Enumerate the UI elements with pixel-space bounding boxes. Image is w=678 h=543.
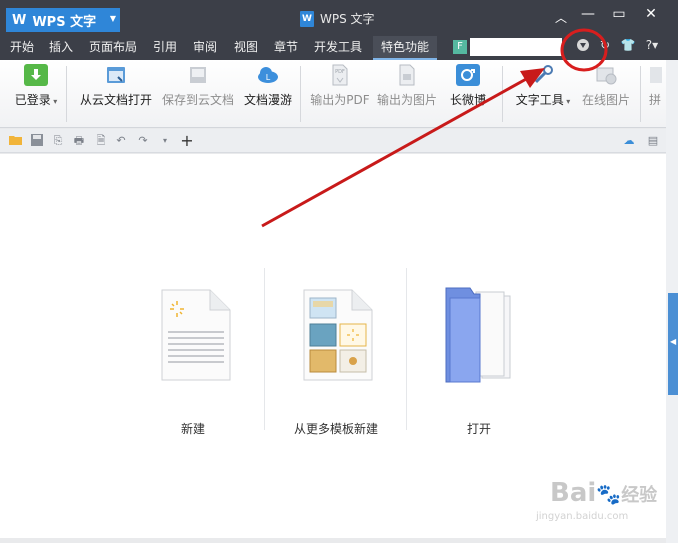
watermark-url: jingyan.baidu.com	[536, 511, 629, 522]
watermark-brand: Bai	[550, 478, 597, 508]
annotation-overlay	[261, 28, 608, 228]
watermark-brand2: 经验	[621, 485, 658, 506]
wps-window: W WPS 文字 ▼ W WPS 文字 ︿ — ▭ ✕ 开始 插入 页面布局 引…	[0, 0, 678, 543]
annotation-arrow-head	[520, 68, 545, 88]
baidu-watermark: Bai🐾经验	[550, 478, 658, 508]
annotation-circle	[560, 28, 608, 72]
annotation-arrow-shaft	[261, 76, 529, 228]
